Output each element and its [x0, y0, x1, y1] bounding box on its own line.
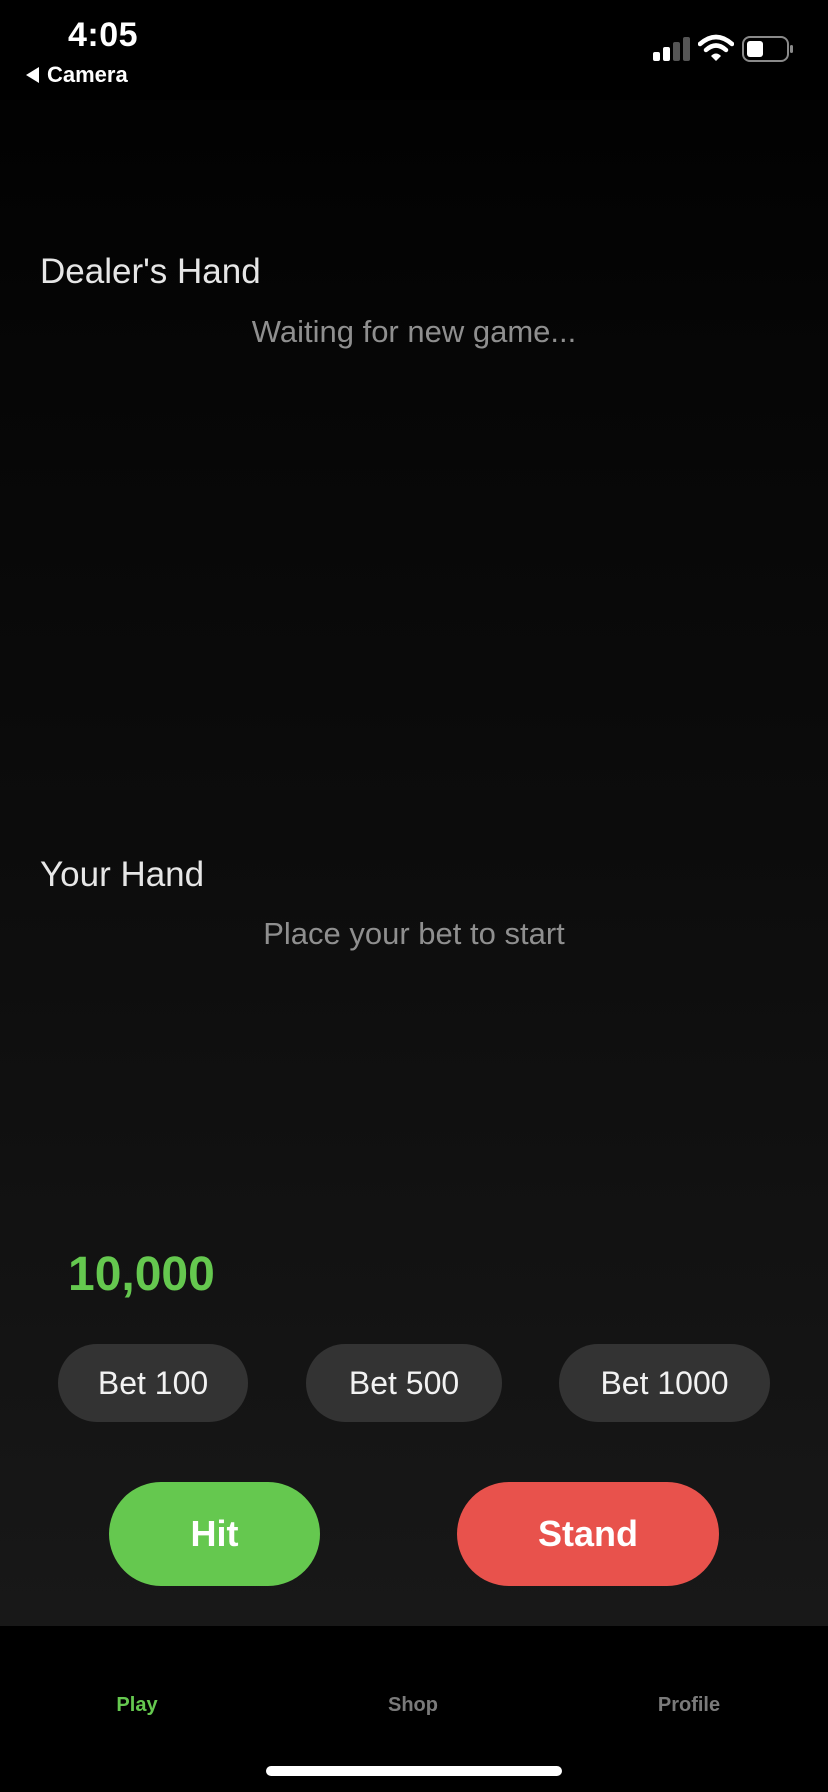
- battery-icon: [742, 36, 793, 62]
- cellular-signal-icon: [653, 37, 690, 61]
- back-to-camera-link[interactable]: Camera: [26, 62, 128, 88]
- tab-play[interactable]: Play: [67, 1694, 207, 1717]
- player-hand-title: Your Hand: [40, 855, 205, 894]
- status-time: 4:05: [68, 16, 139, 54]
- bet-100-button[interactable]: Bet 100: [58, 1344, 248, 1422]
- wifi-icon: [698, 34, 734, 61]
- player-status-message: Place your bet to start: [263, 916, 565, 951]
- dealer-status-message: Waiting for new game...: [251, 314, 577, 349]
- dealer-hand-title: Dealer's Hand: [40, 252, 261, 291]
- back-link-label: Camera: [47, 62, 128, 87]
- tab-bar: Play Shop Profile: [0, 1626, 828, 1792]
- status-bar: 4:05 Camera: [0, 0, 828, 100]
- tab-shop[interactable]: Shop: [343, 1694, 483, 1717]
- hit-button[interactable]: Hit: [109, 1482, 320, 1586]
- bet-1000-button[interactable]: Bet 1000: [559, 1344, 770, 1422]
- bet-500-button[interactable]: Bet 500: [306, 1344, 502, 1422]
- back-arrow-icon: [26, 67, 39, 83]
- stand-button[interactable]: Stand: [457, 1482, 719, 1586]
- chip-balance: 10,000: [68, 1248, 215, 1301]
- blackjack-screen: 4:05 Camera Dealer's Hand Waiting for ne…: [0, 0, 828, 1792]
- home-indicator[interactable]: [266, 1766, 562, 1776]
- tab-profile[interactable]: Profile: [619, 1694, 759, 1717]
